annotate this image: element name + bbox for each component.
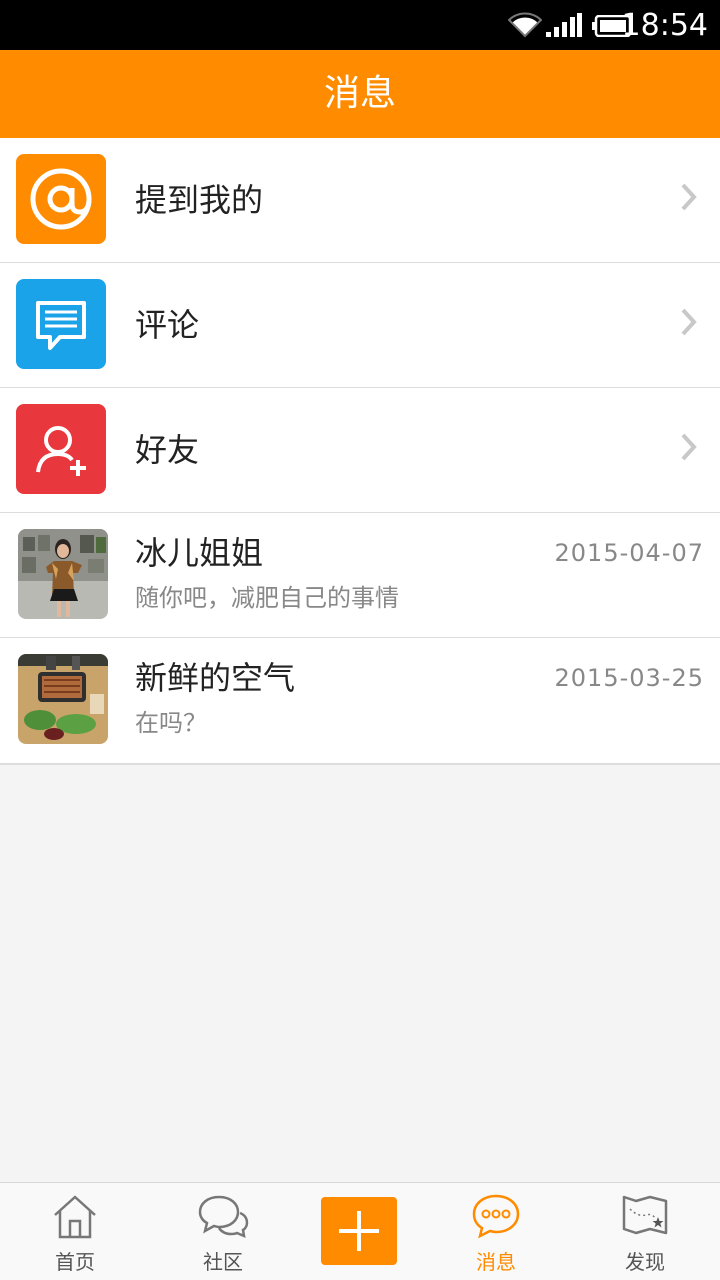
clock: 18:54 (621, 8, 708, 43)
wifi-icon (508, 12, 542, 38)
menu-item-label: 好友 (135, 431, 200, 469)
menu-item-label: 提到我的 (135, 181, 264, 219)
chevron-right-icon (681, 308, 697, 336)
message-date: 2015-03-25 (554, 664, 704, 692)
header: 消息 (0, 50, 720, 138)
home-icon (54, 1195, 96, 1239)
tab-community[interactable]: 社区 (148, 1183, 298, 1280)
tab-label: 消息 (476, 1250, 516, 1274)
at-icon (30, 168, 92, 230)
comment-icon-box (16, 279, 106, 369)
chevron-right-icon (681, 183, 697, 211)
food-photo (18, 654, 108, 744)
add-friend-icon (36, 426, 86, 476)
page-title: 消息 (323, 73, 396, 114)
plus-icon (339, 1211, 379, 1251)
avatar (18, 654, 108, 744)
menu-item-friends[interactable]: 好友 (0, 388, 720, 513)
conversation-item[interactable]: 新鲜的空气 2015-03-25 在吗？ (0, 638, 720, 763)
bottom-tab-bar: 首页 社区 消息 发现 (0, 1182, 720, 1280)
menu-item-mentions[interactable]: 提到我的 (0, 138, 720, 263)
map-icon (622, 1195, 668, 1235)
message-preview: 在吗？ (135, 709, 207, 737)
add-friend-icon-box (16, 404, 106, 494)
community-icon (198, 1195, 249, 1239)
conversation-item[interactable]: 冰儿姐姐 2015-04-07 随你吧，减肥自己的事情 (0, 513, 720, 638)
tab-messages[interactable]: 消息 (421, 1183, 571, 1280)
user-photo (18, 529, 108, 619)
comment-icon (36, 301, 86, 350)
contact-name: 新鲜的空气 (135, 659, 296, 697)
tab-home[interactable]: 首页 (0, 1183, 150, 1280)
message-icon (472, 1194, 520, 1239)
message-preview: 随你吧，减肥自己的事情 (135, 584, 399, 612)
status-bar: 18:54 (0, 0, 720, 50)
signal-icon (546, 13, 582, 37)
add-post-button[interactable] (321, 1197, 397, 1265)
tab-discover[interactable]: 发现 (570, 1183, 720, 1280)
message-date: 2015-04-07 (554, 539, 704, 567)
message-list: 提到我的 评论 好友 冰儿姐姐 2015-04-07 随你吧，减肥自己的事情 新… (0, 138, 720, 765)
menu-item-label: 评论 (135, 306, 200, 344)
avatar (18, 529, 108, 619)
tab-label: 社区 (203, 1250, 243, 1274)
at-icon-box (16, 154, 106, 244)
tab-label: 首页 (55, 1250, 95, 1274)
contact-name: 冰儿姐姐 (135, 534, 264, 572)
menu-item-comments[interactable]: 评论 (0, 263, 720, 388)
chevron-right-icon (681, 433, 697, 461)
tab-label: 发现 (625, 1250, 665, 1274)
